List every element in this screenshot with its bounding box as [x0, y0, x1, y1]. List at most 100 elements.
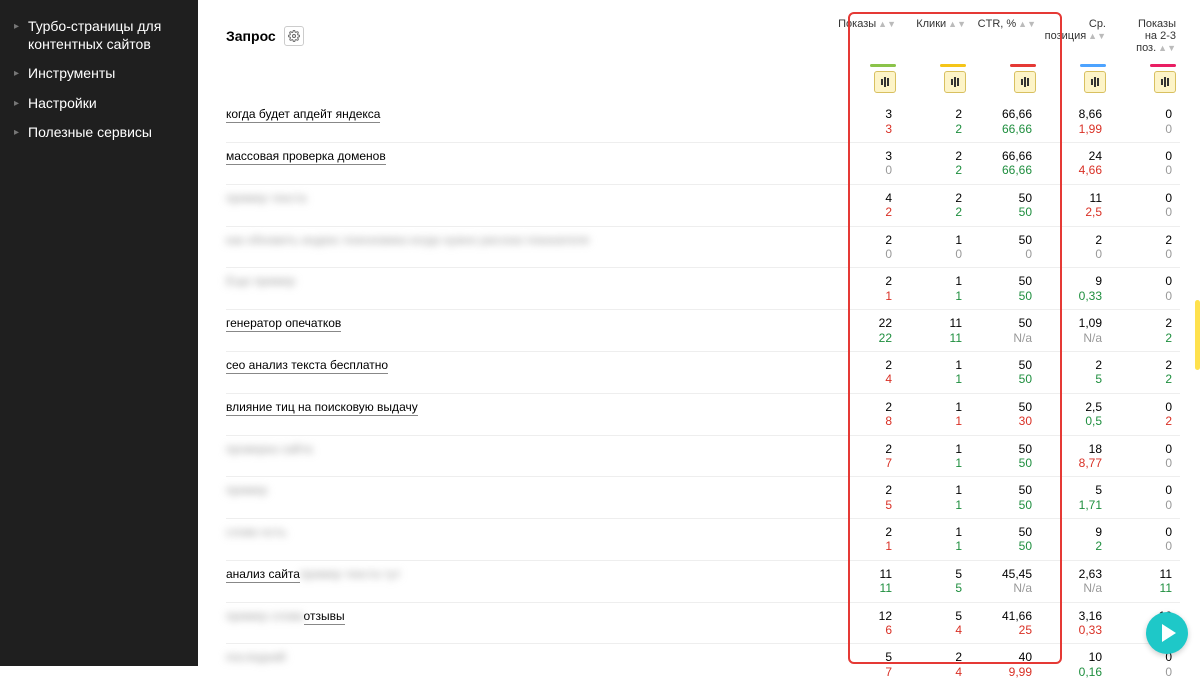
table-row: сео анализ текста бесплатно241150502522 — [226, 351, 1180, 393]
metric-cell: 500 — [970, 226, 1040, 268]
metric-cell: 3,160,33 — [1040, 602, 1110, 644]
table-row: пример текста42225050112,500 — [226, 184, 1180, 226]
chevron-right-icon: ▸ — [14, 98, 24, 113]
metric-cell: 25 — [1040, 351, 1110, 393]
metric-cell: 90,33 — [1040, 268, 1110, 310]
metric-cell: 8,661,99 — [1040, 101, 1110, 142]
sidebar-item[interactable]: ▸Инструменты — [0, 59, 198, 89]
query-link[interactable]: анализ сайта — [226, 567, 300, 583]
metric-cell: 100,16 — [1040, 644, 1110, 685]
metric-cell: 25 — [830, 477, 900, 519]
stat-icon-cell — [900, 64, 970, 93]
query-link[interactable]: проверка сайта — [226, 442, 312, 457]
metric-cell: 5050 — [970, 435, 1040, 477]
table-row: как обновить индекс поисковика когда нуж… — [226, 226, 1180, 268]
metric-cell: 00 — [1110, 101, 1180, 142]
metric-cell: 00 — [1110, 268, 1180, 310]
metric-cell: 11 — [900, 268, 970, 310]
query-link[interactable]: слово есть — [226, 525, 286, 540]
metric-cell: 1111 — [1110, 560, 1180, 602]
bar-chart-icon[interactable] — [1014, 71, 1036, 93]
metric-cell: 11 — [900, 519, 970, 561]
sidebar-item[interactable]: ▸Турбо-страницы для контентных сайтов — [0, 12, 198, 59]
metric-cell: 22 — [1110, 310, 1180, 352]
settings-gear-icon[interactable] — [284, 26, 304, 46]
metric-cell: 00 — [1110, 143, 1180, 185]
metric-cell: 22 — [900, 143, 970, 185]
scrollbar-thumb[interactable] — [1195, 300, 1200, 370]
sidebar-item[interactable]: ▸Полезные сервисы — [0, 118, 198, 148]
stat-icon-cell — [830, 64, 900, 93]
table-row: слово есть211150509200 — [226, 519, 1180, 561]
queries-table: когда будет апдейт яндекса332266,6666,66… — [226, 101, 1180, 685]
bar-chart-icon[interactable] — [944, 71, 966, 93]
query-link[interactable]: Еще пример — [226, 274, 295, 289]
query-link[interactable]: сео анализ текста бесплатно — [226, 358, 388, 374]
metric-cell: 10 — [900, 226, 970, 268]
metric-cell: 30 — [830, 143, 900, 185]
query-link[interactable]: отзывы — [304, 609, 345, 625]
sidebar-item-label: Полезные сервисы — [28, 124, 184, 142]
metric-cell: 20 — [1040, 226, 1110, 268]
bar-chart-icon[interactable] — [1154, 71, 1176, 93]
table-row: когда будет апдейт яндекса332266,6666,66… — [226, 101, 1180, 142]
column-header[interactable]: CTR, %▲▼ — [970, 18, 1040, 54]
metric-cell: 244,66 — [1040, 143, 1110, 185]
column-header-query[interactable]: Запрос — [226, 28, 276, 44]
column-header[interactable]: Показы▲▼ — [830, 18, 900, 54]
column-header[interactable]: Клики▲▼ — [900, 18, 970, 54]
metric-cell: 00 — [1110, 435, 1180, 477]
metric-cell: 24 — [830, 351, 900, 393]
query-link[interactable]: когда будет апдейт яндекса — [226, 107, 380, 123]
metric-cell: 11 — [900, 477, 970, 519]
bar-chart-icon[interactable] — [874, 71, 896, 93]
metric-cell: 1,09N/a — [1040, 310, 1110, 352]
metric-cell: 00 — [1110, 184, 1180, 226]
metric-cell: 57 — [830, 644, 900, 685]
stat-icon-cell — [970, 64, 1040, 93]
metric-cell: 2,63N/a — [1040, 560, 1110, 602]
metric-cell: 55 — [900, 560, 970, 602]
metric-cell: 409,99 — [970, 644, 1040, 685]
table-row: влияние тиц на поисковую выдачу281150302… — [226, 393, 1180, 435]
metric-cell: 11 — [900, 393, 970, 435]
play-button[interactable] — [1146, 612, 1188, 654]
bar-chart-icon[interactable] — [1084, 71, 1106, 93]
metric-cell: 45,45N/a — [970, 560, 1040, 602]
chevron-right-icon: ▸ — [14, 21, 24, 53]
query-link[interactable]: пример — [226, 483, 267, 498]
column-header[interactable]: Ср.позиция▲▼ — [1040, 18, 1110, 54]
metric-cell: 22 — [900, 101, 970, 142]
metric-cell: 188,77 — [1040, 435, 1110, 477]
column-header[interactable]: Показына 2-3поз.▲▼ — [1110, 18, 1180, 54]
query-link[interactable]: последний — [226, 650, 286, 665]
metric-cell: 66,6666,66 — [970, 143, 1040, 185]
chevron-right-icon: ▸ — [14, 68, 24, 83]
metric-cell: 27 — [830, 435, 900, 477]
metric-cell: 20 — [1110, 226, 1180, 268]
metric-cell: 5050 — [970, 184, 1040, 226]
table-row: Еще пример2111505090,3300 — [226, 268, 1180, 310]
metric-cell: 02 — [1110, 393, 1180, 435]
metric-cell: 5050 — [970, 477, 1040, 519]
query-link[interactable]: пример текста — [226, 191, 306, 206]
metric-cell: 22 — [900, 184, 970, 226]
sidebar-item-label: Настройки — [28, 95, 184, 113]
table-header: Запрос Показы▲▼Клики▲▼CTR, %▲▼Ср.позиция… — [226, 18, 1180, 54]
query-link[interactable]: генератор опечатков — [226, 316, 341, 332]
metric-cell: 1111 — [900, 310, 970, 352]
query-link[interactable]: влияние тиц на поисковую выдачу — [226, 400, 418, 416]
metric-cell: 51,71 — [1040, 477, 1110, 519]
metric-cell: 126 — [830, 602, 900, 644]
query-link[interactable]: массовая проверка доменов — [226, 149, 386, 165]
query-link[interactable]: как обновить индекс поисковика когда нуж… — [226, 233, 589, 248]
metric-cell: 22 — [1110, 351, 1180, 393]
table-row: массовая проверка доменов 302266,6666,662… — [226, 143, 1180, 185]
query-text-blurred: пример текста тут — [300, 567, 401, 582]
sidebar-item[interactable]: ▸ Настройки — [0, 89, 198, 119]
metric-cell: 24 — [900, 644, 970, 685]
main-content: Запрос Показы▲▼Клики▲▼CTR, %▲▼Ср.позиция… — [198, 0, 1200, 666]
table-row: пример слова отзывы1265441,66253,160,331… — [226, 602, 1180, 644]
table-row: анализ сайта пример текста тут 1111 5545,4… — [226, 560, 1180, 602]
metric-cell: 54 — [900, 602, 970, 644]
